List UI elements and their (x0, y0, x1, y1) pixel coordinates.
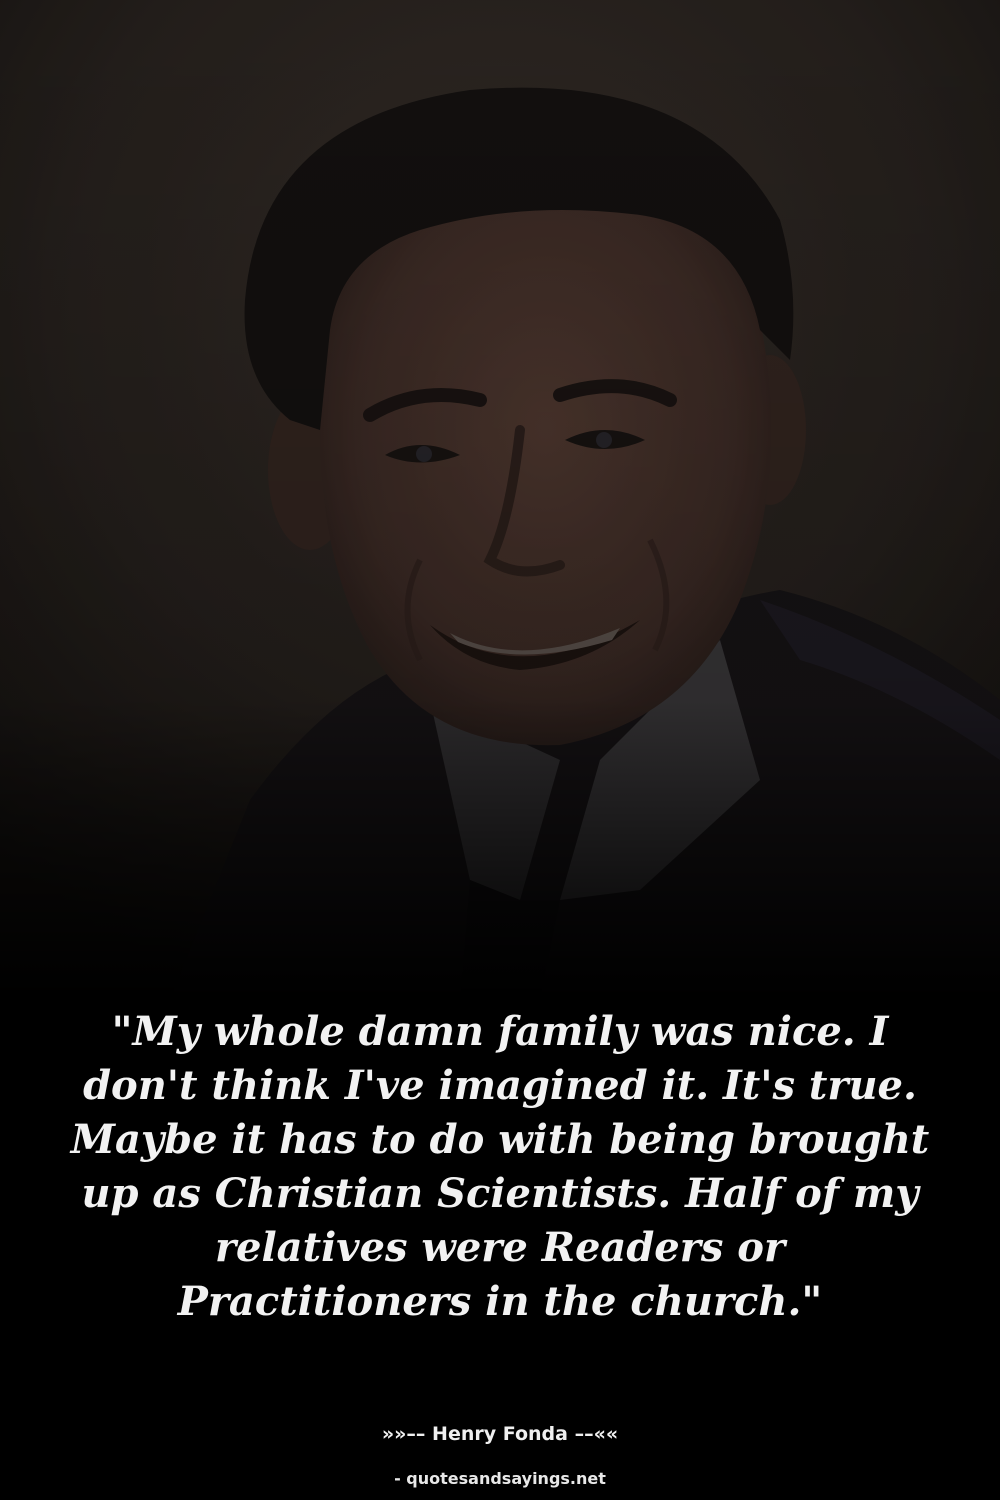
author-name: Henry Fonda (432, 1423, 568, 1445)
quote-text: "My whole damn family was nice. I don't … (70, 1008, 930, 1325)
attribution-suffix: ––«« (567, 1423, 619, 1445)
source-credit: - quotesandsayings.net (394, 1469, 606, 1488)
attribution-prefix: »»–– (381, 1423, 433, 1445)
portrait-illustration (0, 0, 1000, 1000)
portrait-photo (0, 0, 1000, 1000)
bottom-fade (0, 0, 1000, 1000)
attribution: »»–– Henry Fonda ––«« (0, 1421, 1000, 1447)
quote-poster: "My whole damn family was nice. I don't … (0, 0, 1000, 1500)
